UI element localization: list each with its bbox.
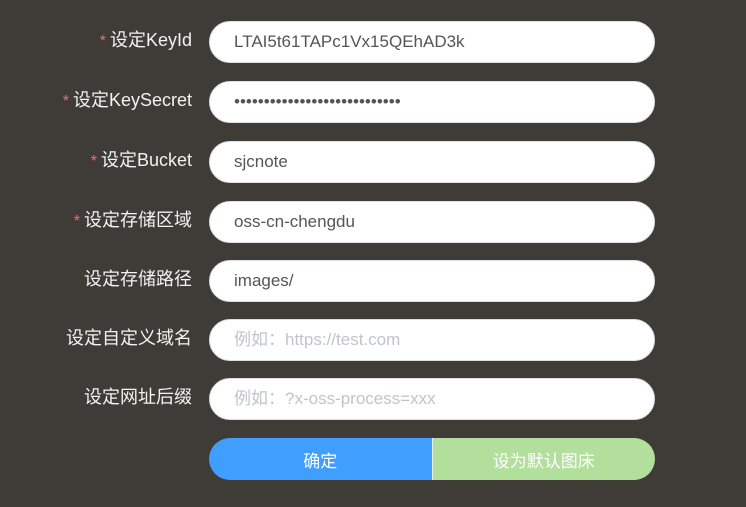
label-text: 设定KeySecret (72, 90, 192, 110)
region-value: oss-cn-chengdu (234, 212, 355, 231)
form-row-region: * 设定存储区域 oss-cn-chengdu (0, 201, 746, 243)
required-mark: * (73, 213, 80, 230)
label-text: 设定存储路径 (84, 269, 192, 289)
bucket-label: * 设定Bucket (91, 141, 192, 183)
label-text: 设定自定义域名 (66, 328, 192, 348)
key-id-label: * 设定KeyId (100, 21, 192, 63)
form-row-key-id: * 设定KeyId LTAI5t61TAPc1Vx15QEhAD3k (0, 21, 746, 63)
bucket-input[interactable]: sjcnote (209, 141, 655, 183)
custom-domain-input[interactable]: 例如：https://test.com (209, 319, 655, 361)
region-input[interactable]: oss-cn-chengdu (209, 201, 655, 243)
path-value: images/ (234, 271, 294, 290)
url-suffix-label: 设定网址后缀 (84, 378, 192, 420)
label-text: 设定Bucket (100, 150, 192, 170)
url-suffix-placeholder: 例如：?x-oss-process=xxx (234, 389, 436, 408)
button-group: 确定 设为默认图床 (209, 438, 655, 480)
url-suffix-input[interactable]: 例如：?x-oss-process=xxx (209, 378, 655, 420)
required-mark: * (62, 93, 69, 110)
custom-domain-label: 设定自定义域名 (66, 319, 192, 361)
key-secret-input[interactable] (209, 81, 655, 123)
bucket-value: sjcnote (234, 152, 288, 171)
set-default-button[interactable]: 设为默认图床 (432, 438, 655, 480)
form-row-url-suffix: 设定网址后缀 例如：?x-oss-process=xxx (0, 378, 746, 420)
region-label: * 设定存储区域 (74, 201, 192, 243)
form-row-custom-domain: 设定自定义域名 例如：https://test.com (0, 319, 746, 361)
label-text: 设定KeyId (109, 30, 192, 50)
required-mark: * (99, 33, 106, 50)
custom-domain-placeholder: 例如：https://test.com (234, 330, 401, 349)
key-secret-label: * 设定KeySecret (63, 81, 192, 123)
key-id-value: LTAI5t61TAPc1Vx15QEhAD3k (234, 32, 465, 51)
form-row-path: 设定存储路径 images/ (0, 260, 746, 302)
path-label: 设定存储路径 (84, 260, 192, 302)
form-row-key-secret: * 设定KeySecret (0, 81, 746, 123)
key-id-input[interactable]: LTAI5t61TAPc1Vx15QEhAD3k (209, 21, 655, 63)
label-text: 设定网址后缀 (84, 387, 192, 407)
label-text: 设定存储区域 (84, 210, 192, 230)
confirm-button[interactable]: 确定 (209, 438, 433, 480)
required-mark: * (90, 153, 97, 170)
path-input[interactable]: images/ (209, 260, 655, 302)
form-row-bucket: * 设定Bucket sjcnote (0, 141, 746, 183)
